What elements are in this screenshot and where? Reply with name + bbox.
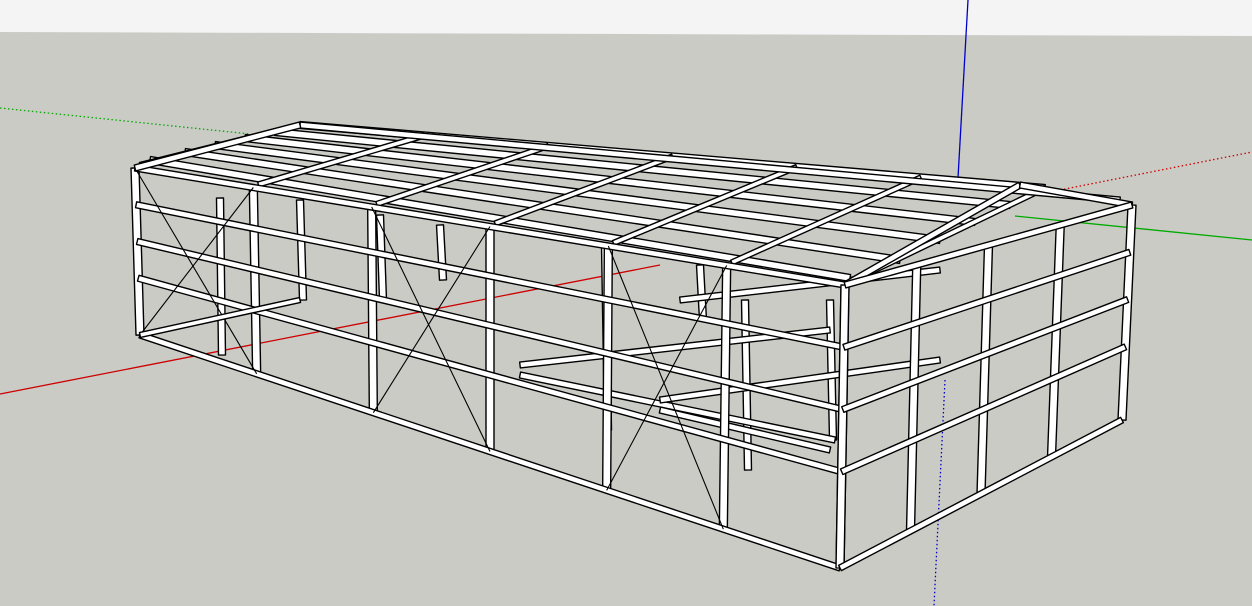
front-wall-column — [366, 206, 379, 414]
3d-scene-canvas[interactable] — [0, 0, 1252, 606]
ground-plane — [0, 32, 1252, 606]
front-wall-column — [601, 245, 614, 492]
modeling-viewport[interactable] — [0, 0, 1252, 606]
sky-background — [0, 0, 1252, 36]
front-wall-column — [485, 225, 495, 453]
